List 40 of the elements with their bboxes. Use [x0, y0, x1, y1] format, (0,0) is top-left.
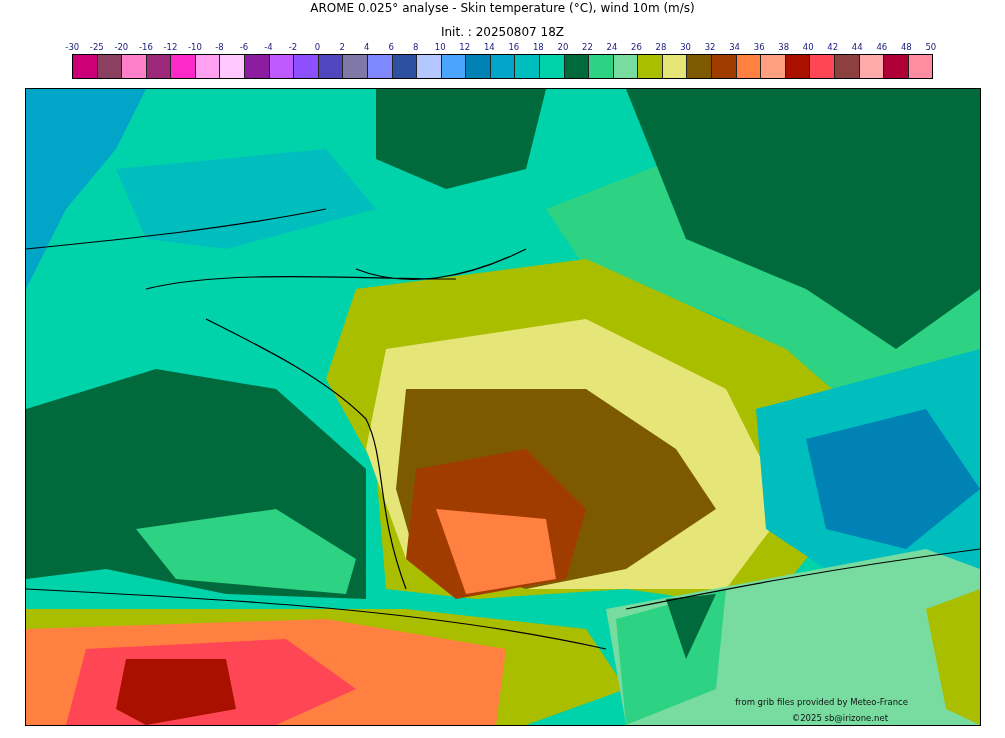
scale-tick-label: 44 [850, 41, 864, 53]
scale-tick-label: 32 [703, 41, 717, 53]
scale-tick-label: 0 [313, 41, 322, 53]
scale-tick-label: 22 [581, 41, 594, 53]
scale-tick-label: -30 [64, 41, 81, 53]
scale-tick-label: -16 [137, 41, 154, 53]
scale-tick-label: 14 [482, 41, 496, 53]
scale-tick-label: 6 [387, 41, 395, 53]
scale-tick-label: 30 [679, 41, 692, 53]
scale-tick-label: 46 [875, 41, 889, 53]
credit-text: from grib files provided by Meteo-France [735, 697, 908, 707]
credit-text: ©2025 sb@irizone.net [791, 713, 888, 723]
scale-tick-label: -25 [88, 41, 105, 53]
scale-tick-label: 8 [412, 41, 420, 53]
scale-tick-label: -12 [162, 41, 179, 53]
scale-tick-label: -20 [113, 41, 130, 53]
scale-tick-label: 42 [826, 41, 840, 53]
scale-tick-label: 28 [654, 41, 668, 53]
scale-tick-label: -8 [214, 41, 225, 53]
scale-tick-label: 2 [338, 41, 346, 53]
scale-tick-label: 12 [458, 41, 472, 53]
scale-tick-label: 10 [433, 41, 447, 53]
scale-tick-label: -10 [186, 41, 203, 53]
scale-tick-label: 26 [630, 41, 643, 53]
scale-tick-label: 38 [777, 41, 791, 53]
scale-tick-label: 24 [605, 41, 619, 53]
init-time: Init. : 20250807 18Z [440, 25, 565, 39]
scale-tick-label: 40 [801, 41, 815, 53]
scale-tick-label: 20 [556, 41, 570, 53]
scale-tick-label: 36 [752, 41, 766, 53]
scale-tick-label: -4 [263, 41, 274, 53]
scale-tick-label: 16 [507, 41, 521, 53]
scale-tick-label: 48 [899, 41, 913, 53]
scale-tick-label: 4 [362, 41, 371, 53]
scale-tick-label: -2 [287, 41, 299, 53]
scale-tick-label: -6 [238, 41, 250, 53]
scale-tick-label: 50 [924, 41, 938, 53]
scale-tick-label: 34 [728, 41, 741, 53]
scale-tick-label: 18 [531, 41, 545, 53]
chart-title: AROME 0.025° analyse - Skin temperature (°C), wind 10m (m/s) [310, 1, 695, 15]
